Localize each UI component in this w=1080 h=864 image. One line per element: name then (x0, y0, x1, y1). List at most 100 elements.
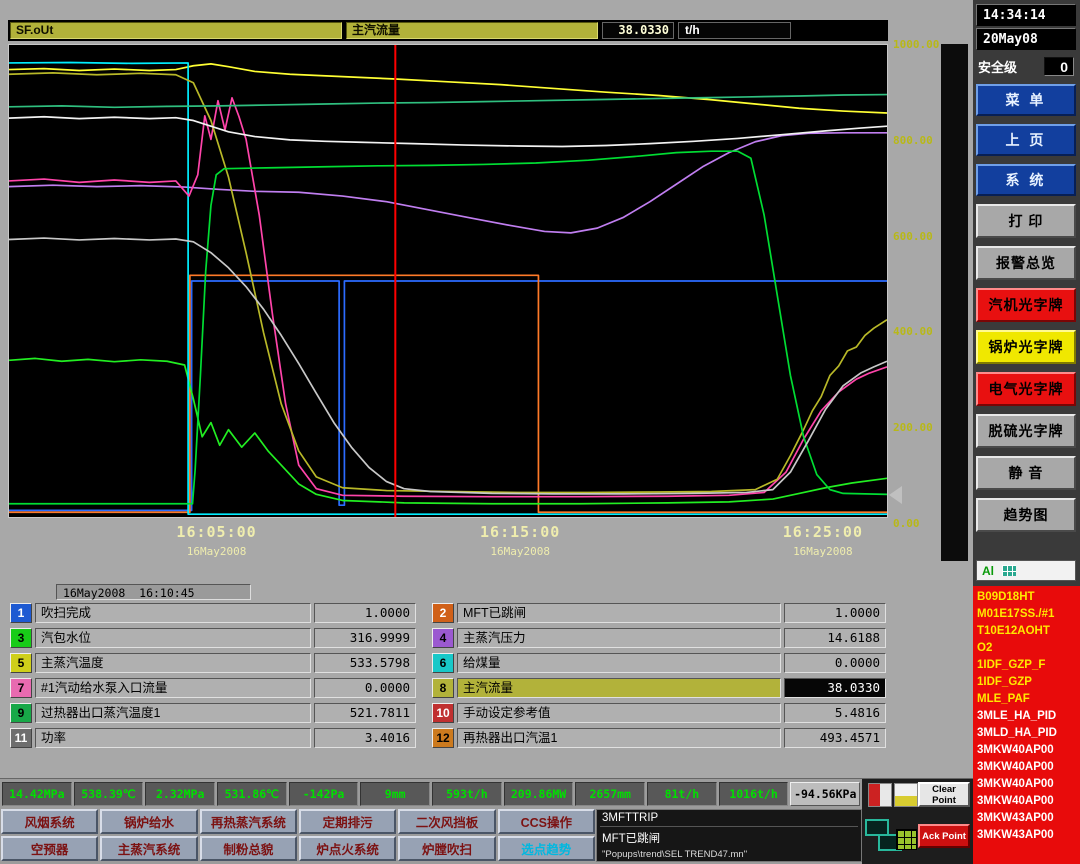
legend-name-field[interactable]: #1汽动给水泵入口流量 (35, 678, 311, 698)
legend-name-field[interactable]: 给煤量 (457, 653, 781, 673)
legend-row[interactable]: 10 手动设定参考值 5.4816 (432, 703, 886, 723)
legend-row[interactable]: 7 #1汽动给水泵入口流量 0.0000 (10, 678, 416, 698)
grid-view-icon[interactable] (896, 829, 917, 850)
y-axis: 1000.00 800.00 600.00 400.00 200.00 0.00 (893, 38, 939, 530)
sidebar-button-报警总览[interactable]: 报警总览 (976, 246, 1076, 280)
nav-button-炉膛吹扫[interactable]: 炉膛吹扫 (398, 836, 496, 861)
cursor-timestamp: 16May2008 16:10:45 (56, 584, 251, 600)
legend-name-field[interactable]: MFT已跳闸 (457, 603, 781, 623)
alarm-tag[interactable]: 3MLE_HA_PID (977, 708, 1076, 725)
legend-value-field: 5.4816 (784, 703, 886, 723)
alarm-tag[interactable]: T10E12AOHT (977, 623, 1076, 640)
alarm-tag[interactable]: 3MKW40AP00 (977, 742, 1076, 759)
alarm-tag[interactable]: B09D18HT (977, 589, 1076, 606)
sidebar-button-汽机光字牌[interactable]: 汽机光字牌 (976, 288, 1076, 322)
indicator-label: Al (982, 563, 994, 578)
message-text: MFT已跳闸 (602, 833, 661, 845)
legend-row[interactable]: 3 汽包水位 316.9999 (10, 628, 416, 648)
sidebar-button-趋势图[interactable]: 趋势图 (976, 498, 1076, 532)
sidebar-button-上页[interactable]: 上 页 (976, 124, 1076, 156)
selected-param-field[interactable]: 主汽流量 (346, 22, 598, 39)
nav-button-风烟系统[interactable]: 风烟系统 (1, 809, 99, 834)
trend-line-1 (9, 281, 887, 510)
legend-pen-number: 6 (432, 653, 454, 673)
legend-row[interactable]: 4 主蒸汽压力 14.6188 (432, 628, 886, 648)
tag-field[interactable]: SF.oUt (10, 22, 342, 39)
legend-row[interactable]: 9 过热器出口蒸汽温度1 521.7811 (10, 703, 416, 723)
sidebar-button-脱硫光字牌[interactable]: 脱硫光字牌 (976, 414, 1076, 448)
x-axis-tick: 16:15:00 16May2008 (480, 523, 560, 558)
legend-row[interactable]: 5 主蒸汽温度 533.5798 (10, 653, 416, 673)
alarm-tag[interactable]: 3MLD_HA_PID (977, 725, 1076, 742)
nav-button-CCS操作[interactable]: CCS操作 (497, 809, 595, 834)
legend-name-field[interactable]: 过热器出口蒸汽温度1 (35, 703, 311, 723)
alarm-tag[interactable]: O2 (977, 640, 1076, 657)
panel-toggle-icon[interactable] (868, 783, 892, 807)
legend-name-field[interactable]: 吹扫完成 (35, 603, 311, 623)
ack-point-button[interactable]: Ack Point (918, 824, 970, 848)
legend-row[interactable]: 1 吹扫完成 1.0000 (10, 603, 416, 623)
alarm-tag[interactable]: 1IDF_GZP_F (977, 657, 1076, 674)
security-level-row: 安全级 0 (976, 54, 1076, 78)
legend-row[interactable]: 2 MFT已跳闸 1.0000 (432, 603, 886, 623)
chart-scrollbar[interactable] (941, 44, 968, 561)
legend-name-field[interactable]: 手动设定参考值 (457, 703, 781, 723)
alarm-indicator-bar[interactable]: Al (976, 560, 1076, 581)
nav-row-1: 风烟系统 锅炉给水 再热蒸汽系统 定期排污 二次风挡板 CCS操作 (1, 809, 595, 834)
trend-chart[interactable] (8, 44, 888, 518)
x-axis: 16:05:00 16May2008 16:15:00 16May2008 16:25:… (8, 523, 888, 565)
process-value: 538.39℃ (73, 782, 144, 806)
nav-button-制粉总貌[interactable]: 制粉总貌 (199, 836, 297, 861)
dcs-trend-screen: SF.oUt 主汽流量 38.0330 t/h 1000.00 800.00 600… (0, 0, 1080, 864)
nav-button-锅炉给水[interactable]: 锅炉给水 (100, 809, 198, 834)
legend-name-field[interactable]: 主蒸汽温度 (35, 653, 311, 673)
alarm-tag-panel[interactable]: B09D18HT M01E17SS./#1 T10E12AOHT O2 1IDF_GZP… (973, 586, 1080, 864)
alarm-tag[interactable]: 3MKW40AP00 (977, 759, 1076, 776)
grid-icon (1002, 565, 1016, 576)
nav-button-再热蒸汽系统[interactable]: 再热蒸汽系统 (199, 809, 297, 834)
trend-plot[interactable] (9, 45, 887, 517)
legend-row[interactable]: 8 主汽流量 38.0330 (432, 678, 886, 698)
sidebar-button-打印[interactable]: 打 印 (976, 204, 1076, 238)
process-value: 2.32MPa (145, 782, 216, 806)
legend-value-field: 521.7811 (314, 703, 416, 723)
tool-icon-zone: Clear Point Ack Point (862, 779, 973, 864)
alarm-tag[interactable]: 3MKW43AP00 (977, 827, 1076, 844)
legend-row[interactable]: 11 功率 3.4016 (10, 728, 416, 748)
sidebar-button-静音[interactable]: 静 音 (976, 456, 1076, 490)
y-axis-label: 400.00 (893, 325, 933, 339)
nav-button-主蒸汽系统[interactable]: 主蒸汽系统 (100, 836, 198, 861)
sidebar-button-系统[interactable]: 系 统 (976, 164, 1076, 196)
legend-pen-number: 4 (432, 628, 454, 648)
legend-pen-number: 10 (432, 703, 454, 723)
nav-button-二次风挡板[interactable]: 二次风挡板 (398, 809, 496, 834)
sidebar-button-锅炉光字牌[interactable]: 锅炉光字牌 (976, 330, 1076, 364)
alarm-tag[interactable]: 1IDF_GZP (977, 674, 1076, 691)
legend-row[interactable]: 6 给煤量 0.0000 (432, 653, 886, 673)
alarm-tag[interactable]: MLE_PAF (977, 691, 1076, 708)
legend-row[interactable]: 12 再热器出口汽温1 493.4571 (432, 728, 886, 748)
process-value: 209.86MW (503, 782, 574, 806)
legend-name-field[interactable]: 再热器出口汽温1 (457, 728, 781, 748)
legend-name-field[interactable]: 功率 (35, 728, 311, 748)
legend-pen-number: 12 (432, 728, 454, 748)
layout-toggle-icon[interactable] (894, 783, 918, 807)
alarm-tag[interactable]: 3MKW43AP00 (977, 810, 1076, 827)
sidebar-button-电气光字牌[interactable]: 电气光字牌 (976, 372, 1076, 406)
legend-value-field: 533.5798 (314, 653, 416, 673)
alarm-tag[interactable]: M01E17SS./#1 (977, 606, 1076, 623)
sidebar-button-菜单[interactable]: 菜 单 (976, 84, 1076, 116)
y-axis-label: 600.00 (893, 229, 933, 243)
nav-button-选点趋势[interactable]: 选点趋势 (497, 836, 595, 861)
y-axis-label: 0.00 (893, 516, 920, 530)
nav-button-空预器[interactable]: 空预器 (1, 836, 99, 861)
alarm-tag[interactable]: 3MKW40AP00 (977, 776, 1076, 793)
legend-name-field[interactable]: 主汽流量 (457, 678, 781, 698)
alarm-tag[interactable]: 3MKW40AP00 (977, 793, 1076, 810)
nav-button-定期排污[interactable]: 定期排污 (298, 809, 397, 834)
legend-name-field[interactable]: 汽包水位 (35, 628, 311, 648)
clear-point-button[interactable]: Clear Point (918, 782, 970, 807)
nav-button-炉点火系统[interactable]: 炉点火系统 (298, 836, 397, 861)
legend-name-field[interactable]: 主蒸汽压力 (457, 628, 781, 648)
date-display: 20May08 (976, 28, 1076, 50)
